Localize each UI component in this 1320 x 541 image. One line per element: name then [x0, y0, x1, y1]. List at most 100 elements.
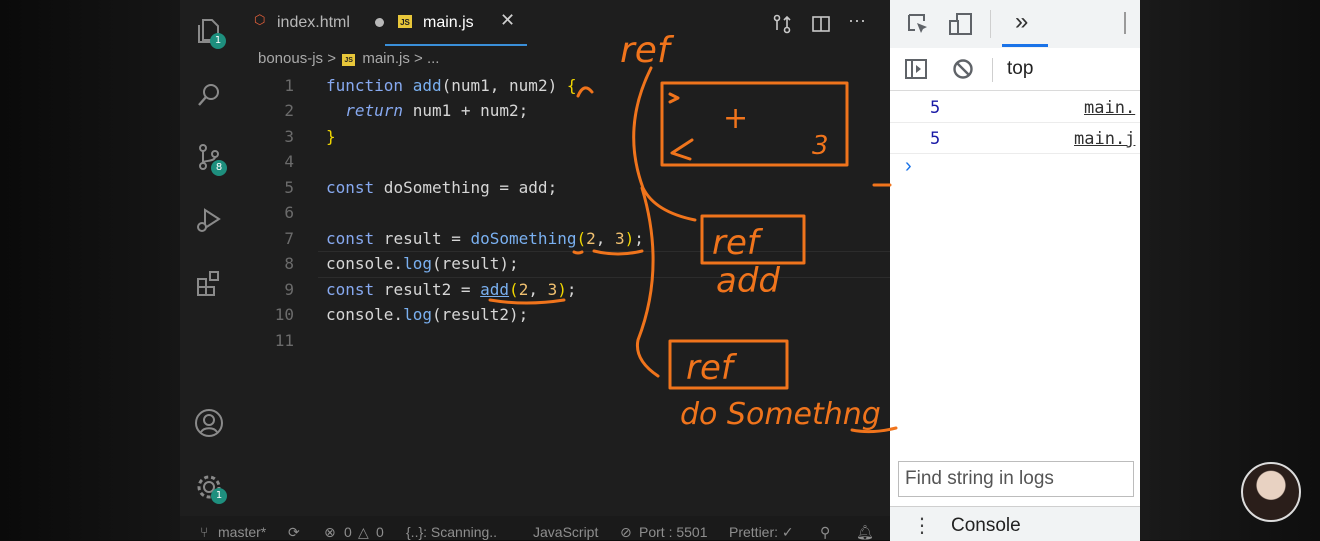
argument: 2	[518, 280, 529, 299]
explorer-icon[interactable]: 1	[194, 16, 226, 49]
code-line-2[interactable]: return num1 + num2;	[326, 101, 528, 120]
breadcrumb-separator: >	[327, 50, 336, 67]
toolbar-divider	[992, 58, 993, 82]
toolbar-edge	[1124, 12, 1126, 34]
brace: {	[566, 76, 577, 95]
prettier-status[interactable]: Prettier: ✓	[729, 524, 794, 541]
log-source-link[interactable]: main.	[1084, 98, 1135, 118]
line-number: 1	[284, 76, 294, 95]
console-prompt-icon[interactable]: ›	[905, 155, 912, 178]
background-right	[1140, 0, 1320, 540]
code-line-1[interactable]: function add(num1, num2) {	[326, 76, 576, 95]
extensions-icon[interactable]	[194, 268, 224, 298]
code-line-7[interactable]: const result = doSomething(2, 3);	[326, 229, 644, 248]
warning-icon[interactable]: △	[358, 524, 369, 541]
arguments: (result2);	[431, 305, 529, 324]
branch-name[interactable]: master*	[218, 524, 266, 540]
function-name: add	[412, 76, 442, 95]
toolbar-divider	[990, 10, 991, 38]
background-left	[0, 0, 180, 540]
compare-changes-icon[interactable]	[772, 14, 792, 39]
source-control-icon[interactable]: 8	[194, 142, 227, 176]
line-number: 3	[284, 127, 294, 146]
breadcrumb-file[interactable]: main.js	[362, 50, 410, 67]
search-icon[interactable]	[194, 80, 224, 110]
warnings-count[interactable]: 0	[376, 524, 384, 540]
keyword: const	[326, 280, 375, 299]
branch-icon[interactable]: ⑂	[200, 524, 208, 540]
argument: 3	[547, 280, 558, 299]
context-selector[interactable]: top	[1007, 58, 1033, 80]
paren: (	[576, 229, 587, 248]
code-line-10[interactable]: console.log(result2);	[326, 305, 528, 324]
problems-icon[interactable]: ⊗	[324, 524, 336, 541]
modified-dot-icon	[375, 18, 384, 27]
paren: )	[557, 280, 567, 299]
arguments: (result);	[431, 254, 519, 273]
code-line-8[interactable]: console.log(result);	[326, 254, 519, 273]
code-line-9[interactable]: const result2 = add(2, 3);	[326, 280, 577, 299]
assignment: result =	[374, 229, 471, 248]
run-debug-icon[interactable]	[194, 205, 224, 235]
comma: ,	[595, 229, 616, 248]
breadcrumb-tail: > ...	[414, 50, 440, 67]
active-tab-indicator	[385, 44, 527, 46]
split-editor-icon[interactable]	[811, 14, 831, 39]
clear-console-icon[interactable]	[952, 58, 974, 85]
keyword: const	[326, 229, 375, 248]
code-line-5[interactable]: const doSomething = add;	[326, 178, 557, 197]
tab-label: index.html	[277, 14, 350, 31]
line-number: 6	[284, 203, 294, 222]
expression: num1 + num2;	[403, 101, 529, 120]
object: console.	[326, 305, 404, 324]
show-sidebar-icon[interactable]	[904, 58, 928, 85]
log-source-link[interactable]: main.j	[1074, 129, 1135, 149]
paren: (	[509, 280, 519, 299]
explorer-badge: 1	[210, 33, 226, 49]
keyword: const	[326, 178, 375, 197]
device-toolbar-icon[interactable]	[948, 12, 974, 41]
brace: }	[326, 127, 336, 146]
breadcrumb-folder[interactable]: bonous-js	[258, 50, 323, 67]
line-number: 11	[274, 331, 294, 350]
breadcrumb: bonous-js > JS main.js > ...	[258, 50, 439, 67]
html5-icon: ⬡	[254, 12, 266, 27]
settings-gear-icon[interactable]: 1	[194, 472, 227, 504]
source-control-badge: 8	[211, 160, 227, 176]
params: (num1, num2)	[441, 76, 567, 95]
semicolon: ;	[634, 229, 644, 248]
find-in-logs-input[interactable]: Find string in logs	[898, 461, 1134, 497]
feedback-icon[interactable]: ⚲	[820, 524, 830, 541]
sync-icon[interactable]: ⟳	[288, 524, 300, 541]
close-icon[interactable]: ✕	[500, 10, 515, 31]
live-server-port[interactable]: Port : 5501	[639, 524, 708, 540]
inspect-element-icon[interactable]	[906, 12, 930, 41]
comma: ,	[528, 280, 548, 299]
method: log	[403, 254, 432, 273]
scanning-status: {..}: Scanning..	[406, 524, 498, 540]
more-panels-icon[interactable]: »	[1015, 8, 1028, 36]
language-mode[interactable]: JavaScript	[533, 524, 598, 540]
drawer-tab-console[interactable]: Console	[951, 515, 1021, 537]
assignment: result2 =	[374, 280, 481, 299]
account-icon[interactable]	[194, 408, 224, 438]
paren: )	[624, 229, 635, 248]
line-number: 2	[284, 101, 294, 120]
find-placeholder: Find string in logs	[905, 468, 1054, 489]
statement: doSomething = add;	[374, 178, 558, 197]
console-toolbar: top	[890, 48, 1140, 91]
line-number: 7	[284, 229, 294, 248]
line-number: 5	[284, 178, 294, 197]
tab-main-js[interactable]: JS main.js ✕	[398, 10, 528, 36]
code-line-3[interactable]: }	[326, 127, 336, 146]
port-icon: ⊘	[620, 524, 632, 540]
method: log	[403, 305, 432, 324]
problems-count[interactable]: 0	[344, 524, 352, 540]
drawer-menu-icon[interactable]: ⋮	[912, 513, 932, 538]
activity-bar: 1 8 1	[180, 0, 238, 516]
more-actions-icon[interactable]: ···	[848, 10, 866, 31]
keyword: function	[326, 76, 404, 95]
notifications-icon[interactable]: 🔔︎	[856, 524, 874, 541]
semicolon: ;	[566, 280, 577, 299]
line-number: 9	[284, 280, 294, 299]
